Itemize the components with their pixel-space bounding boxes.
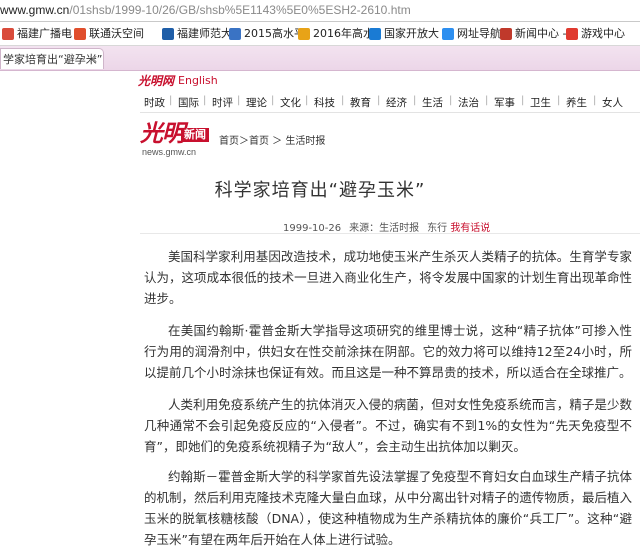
nav-separator: |	[377, 95, 381, 106]
nav-item[interactable]: 理论	[246, 95, 267, 110]
nav-item[interactable]: 卫生	[530, 95, 551, 110]
nav-separator: |	[485, 95, 489, 106]
nav-item[interactable]: 国际	[178, 95, 199, 110]
bookmark-item[interactable]: 国家开放大	[369, 22, 439, 45]
bookmark-item[interactable]: 游戏中心	[566, 22, 625, 45]
article-title: 科学家培育出“避孕玉米”	[214, 180, 426, 201]
nav-item[interactable]: 养生	[566, 95, 587, 110]
nav-item[interactable]: 教育	[350, 95, 371, 110]
nav-item[interactable]: 时评	[212, 95, 233, 110]
nav-item[interactable]: 文化	[280, 95, 301, 110]
nav-separator: |	[557, 95, 561, 106]
bookmarks-bar: 福建广播电 联通沃空间 福建师范大 2015高水平 2016年高水 国家开放大 …	[0, 22, 640, 46]
bookmark-label: 联通沃空间	[89, 27, 144, 40]
bookmark-favicon-icon	[74, 27, 86, 40]
nav-separator: |	[271, 95, 275, 106]
article-paragraph: 人类利用免疫系统产生的抗体消灭入侵的病菌，但对女性免疫系统而言，精子是少数几种通…	[144, 397, 632, 454]
nav-separator: |	[521, 95, 525, 106]
category-nav: 时政 | 国际 | 时评 | 理论 | 文化 | 科技 | 教育 | 经济 | …	[140, 94, 640, 113]
nav-separator: |	[341, 95, 345, 106]
bookmark-favicon-icon	[369, 27, 381, 40]
bookmark-favicon-icon	[298, 27, 310, 40]
nav-item[interactable]: 经济	[386, 95, 407, 110]
browser-tab[interactable]: 学家培育出“避孕米” ✕	[0, 48, 104, 69]
bookmark-favicon-icon	[500, 27, 512, 40]
bookmark-label: 国家开放大	[384, 27, 439, 40]
nav-separator: |	[413, 95, 417, 106]
tab-title: 学家培育出“避孕米”	[3, 53, 103, 66]
english-link[interactable]: English	[178, 74, 218, 87]
bookmark-item[interactable]: 网址导航	[442, 22, 501, 45]
divider	[140, 233, 640, 234]
bookmark-favicon-icon	[566, 27, 578, 40]
bookmark-label: 2015高水平	[244, 27, 305, 40]
article-paragraph: 在美国约翰斯·霍普金斯大学指导这项研究的维里博士说，这种“精子抗体”可掺入性行为…	[144, 323, 632, 380]
nav-item[interactable]: 女人	[602, 95, 623, 110]
nav-item[interactable]: 时政	[144, 95, 165, 110]
nav-separator: |	[449, 95, 453, 106]
nav-separator: |	[593, 95, 597, 106]
nav-item[interactable]: 法治	[458, 95, 479, 110]
bookmark-favicon-icon	[229, 27, 241, 40]
news-brand-logo[interactable]: 光明 新闻 news.gmw.cn	[140, 122, 214, 158]
bookmark-item[interactable]: 联通沃空间	[74, 22, 144, 45]
bookmark-favicon-icon	[2, 27, 14, 40]
bookmark-label: 2016年高水	[313, 27, 374, 40]
url-path: /01shsb/1999-10/26/GB/shsb%5E1143%5E0%5E…	[69, 3, 411, 17]
nav-item[interactable]: 生活	[422, 95, 443, 110]
url-host: www.gmw.cn	[0, 3, 70, 17]
article-paragraph: 约翰斯－霍普金斯大学的科学家首先设法掌握了免疫型不育妇女白血球生产精子抗体的机制…	[144, 469, 632, 547]
bookmark-item[interactable]: 2016年高水	[298, 22, 374, 45]
brand-domain: news.gmw.cn	[142, 147, 197, 157]
nav-separator: |	[237, 95, 241, 106]
site-logo-mark[interactable]: 光明网	[138, 72, 174, 89]
article-meta: 1999-10-26 来源：生活时报 东行 我有话说	[283, 219, 490, 234]
bookmark-favicon-icon	[442, 27, 454, 40]
nav-separator: |	[169, 95, 173, 106]
nav-separator: |	[203, 95, 207, 106]
nav-separator: |	[305, 95, 309, 106]
bookmark-label: 福建广播电	[17, 27, 72, 40]
site-logo-strip: 光明网 English	[138, 72, 218, 89]
bookmark-label: 新闻中心 -	[515, 27, 567, 40]
nav-item[interactable]: 科技	[314, 95, 335, 110]
nav-item[interactable]: 军事	[494, 95, 515, 110]
bookmark-item[interactable]: 福建广播电	[2, 22, 72, 45]
bookmark-item[interactable]: 2015高水平	[229, 22, 305, 45]
bookmark-label: 福建师范大	[177, 27, 232, 40]
address-bar[interactable]: www.gmw.cn/01shsb/1999-10/26/GB/shsb%5E1…	[0, 0, 640, 22]
brand-calligraphy: 光明	[140, 120, 185, 147]
bookmark-item[interactable]: 新闻中心 -	[500, 22, 566, 45]
brand-news-badge: 新闻	[181, 128, 209, 142]
tab-bar: 学家培育出“避孕米” ✕	[0, 46, 640, 71]
bookmark-label: 游戏中心	[581, 27, 625, 40]
close-icon[interactable]: ✕	[89, 49, 98, 69]
bookmark-label: 网址导航	[457, 27, 501, 40]
bookmark-favicon-icon	[162, 27, 174, 40]
article-paragraph: 美国科学家利用基因改造技术，成功地使玉米产生杀灭人类精子的抗体。生育学专家认为，…	[144, 249, 632, 306]
breadcrumb[interactable]: 首页＞首页 ＞ 生活时报	[219, 132, 325, 147]
bookmark-item[interactable]: 福建师范大	[162, 22, 232, 45]
